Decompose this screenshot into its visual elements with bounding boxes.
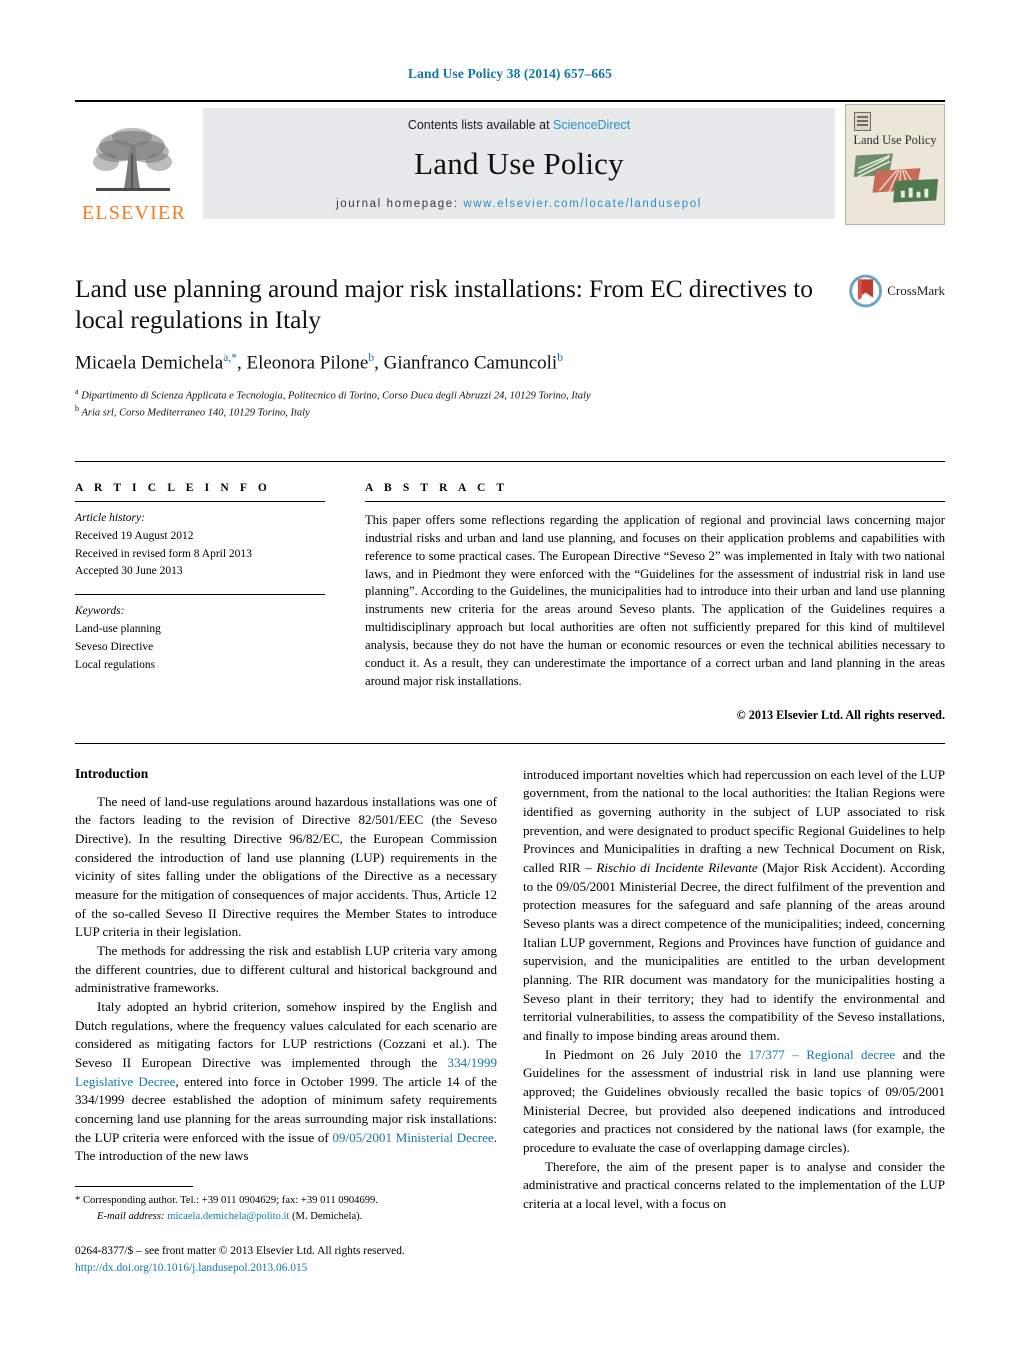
title-block: CrossMark Land use planning around major… — [75, 273, 945, 421]
homepage-url-link[interactable]: www.elsevier.com/locate/landusepol — [463, 198, 702, 210]
abstract-heading: A B S T R A C T — [365, 481, 509, 494]
body-paragraph: Therefore, the aim of the present paper … — [523, 1158, 945, 1211]
cover-elsevier-mark-icon — [854, 112, 871, 131]
affiliation-a: a Dipartimento di Scienza Applicata e Te… — [75, 386, 591, 402]
issn-line: 0264-8377/$ – see front matter © 2013 El… — [75, 1244, 405, 1257]
affiliation-b-text: Aria srl, Corso Mediterraneo 140, 10129 … — [81, 407, 310, 419]
email-label: E-mail address: — [97, 1210, 165, 1222]
author-list: Micaela Demichelaa,*, Eleonora Piloneb, … — [75, 352, 563, 374]
copyright-line: © 2013 Elsevier Ltd. All rights reserved… — [736, 707, 945, 722]
paragraph-italic-term: Rischio di Incidente Rilevante — [596, 860, 758, 876]
keywords-rule — [75, 594, 325, 596]
affiliation-b: b Aria srl, Corso Mediterraneo 140, 1012… — [75, 404, 310, 419]
paper-page: Land Use Policy 38 (2014) 657–665 ELSEVI… — [0, 0, 1020, 1351]
article-info-heading: A R T I C L E I N F O — [75, 481, 271, 494]
history-item: Accepted 30 June 2013 — [75, 565, 183, 578]
crossmark-badge[interactable]: CrossMark — [849, 271, 945, 311]
journal-masthead: ELSEVIER Contents lists available at Sci… — [75, 100, 945, 227]
section-heading-introduction: Introduction — [75, 765, 149, 781]
elsevier-tree-icon — [93, 128, 172, 191]
email-link[interactable]: micaela.demichela@polito.it — [167, 1211, 289, 1222]
article-info-column: A R T I C L E I N F O Article history: R… — [75, 482, 325, 723]
footnote-block: * Corresponding author. Tel.: +39 011 09… — [75, 1186, 515, 1277]
body-paragraph: Italy adopted an hybrid criterion, someh… — [75, 998, 497, 1166]
crossmark-label: CrossMark — [887, 283, 945, 298]
affiliation-list: a Dipartimento di Scienza Applicata e Te… — [75, 386, 945, 421]
info-abstract-section: A R T I C L E I N F O Article history: R… — [75, 460, 945, 723]
article-info-rule — [75, 500, 325, 502]
elsevier-wordmark: ELSEVIER — [81, 202, 187, 224]
body-column-left: Introduction The need of land-use regula… — [75, 766, 497, 1214]
issn-block: 0264-8377/$ – see front matter © 2013 El… — [75, 1243, 515, 1277]
body-column-right: introduced important novelties which had… — [523, 766, 945, 1214]
abstract-column: A B S T R A C T This paper offers some r… — [365, 482, 945, 723]
regional-decree-link[interactable]: 17/377 – Regional decree — [748, 1047, 895, 1062]
abstract-rule — [365, 500, 945, 502]
page-title: Land use planning around major risk inst… — [75, 274, 813, 335]
keywords-label: Keywords: — [75, 605, 125, 618]
affiliation-a-text: Dipartimento di Scienza Applicata e Tecn… — [81, 390, 591, 402]
abstract-text: This paper offers some reflections regar… — [365, 512, 945, 688]
keyword-item: Local regulations — [75, 658, 156, 671]
keyword-item: Land-use planning — [75, 623, 161, 636]
contents-prefix: Contents lists available at — [407, 117, 554, 132]
journal-cover-thumbnail: Land Use Policy — [845, 104, 945, 225]
body-paragraph: The methods for addressing the risk and … — [75, 942, 497, 996]
contents-available-line: Contents lists available at ScienceDirec… — [408, 118, 630, 132]
body-columns: Introduction The need of land-use regula… — [75, 742, 945, 1214]
history-item: Received 19 August 2012 — [75, 529, 194, 542]
paragraph-text: In Piedmont on 26 July 2010 the — [545, 1046, 749, 1062]
paragraph-text: introduced important novelties which had… — [523, 766, 945, 876]
body-paragraph: introduced important novelties which had… — [523, 766, 945, 1046]
email-note: E-mail address: micaela.demichela@polito… — [75, 1209, 515, 1225]
corresponding-author-note: * Corresponding author. Tel.: +39 011 09… — [75, 1195, 379, 1206]
body-paragraph: In Piedmont on 26 July 2010 the 17/377 –… — [523, 1046, 945, 1158]
journal-band: Contents lists available at ScienceDirec… — [203, 108, 835, 219]
history-item: Received in revised form 8 April 2013 — [75, 547, 252, 560]
journal-title: Land Use Policy — [414, 145, 624, 181]
homepage-prefix: journal homepage: — [336, 197, 464, 210]
sciencedirect-link[interactable]: ScienceDirect — [553, 118, 630, 132]
cover-artwork — [853, 153, 939, 203]
keywords-block: Keywords: Land-use planning Seveso Direc… — [75, 603, 325, 674]
crossmark-icon — [849, 274, 883, 308]
footnote-rule — [75, 1186, 193, 1187]
email-suffix: (M. Demichela). — [292, 1210, 363, 1222]
article-history: Article history: Received 19 August 2012… — [75, 510, 325, 581]
running-head: Land Use Policy 38 (2014) 657–665 — [408, 66, 612, 81]
elsevier-logo: ELSEVIER — [75, 102, 193, 227]
cover-journal-title: Land Use Policy — [853, 133, 937, 147]
paragraph-text: Italy adopted an hybrid criterion, someh… — [75, 998, 497, 1070]
body-paragraph: The need of land-use regulations around … — [75, 793, 497, 940]
paragraph-text: and the Guidelines for the assessment of… — [523, 1046, 946, 1155]
ministerial-decree-link[interactable]: 09/05/2001 Ministerial Decree — [332, 1130, 493, 1145]
doi-link[interactable]: http://dx.doi.org/10.1016/j.landusepol.2… — [75, 1260, 515, 1277]
article-history-label: Article history: — [75, 511, 145, 524]
keyword-item: Seveso Directive — [75, 640, 154, 653]
journal-homepage-line: journal homepage: www.elsevier.com/locat… — [336, 198, 702, 210]
paragraph-text: (Major Risk Accident). According to the … — [523, 860, 946, 1043]
